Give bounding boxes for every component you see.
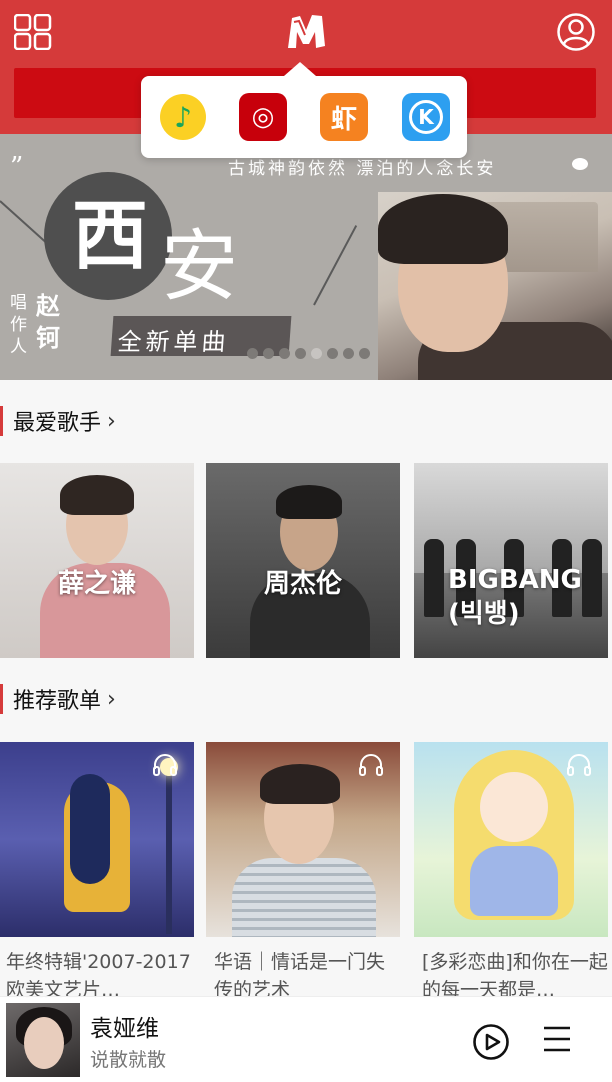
carousel-dots <box>247 348 370 359</box>
carousel-dot[interactable] <box>295 348 306 359</box>
playlist-card[interactable] <box>414 742 608 937</box>
singer-photo-hair <box>60 475 134 515</box>
carousel-dot[interactable] <box>359 348 370 359</box>
xiami-music-glyph: 虾 <box>330 104 357 135</box>
now-playing-artist: 袁娅维 <box>90 1016 159 1042</box>
qq-music-glyph: ♪ <box>160 94 206 140</box>
carousel-dot[interactable] <box>247 348 258 359</box>
playlist-cover-dress <box>470 846 558 916</box>
recommended-playlists-heading[interactable]: 推荐歌单 › <box>0 684 116 714</box>
banner-title-second: 安 <box>160 222 239 312</box>
recommended-playlists-title: 推荐歌单 <box>13 689 102 714</box>
singer-card[interactable]: 薛之谦 <box>0 463 194 658</box>
playlist-cover-lamp <box>166 764 172 934</box>
playlist-cover-shirt <box>232 858 376 937</box>
carousel-dot[interactable] <box>311 348 322 359</box>
carousel-dot[interactable] <box>263 348 274 359</box>
playlist-cover-hair <box>260 764 340 804</box>
carousel-dot[interactable] <box>327 348 338 359</box>
qq-music-icon[interactable]: ♪ <box>159 93 207 141</box>
quote-mark: ” <box>10 152 24 182</box>
favorite-singers-title: 最爱歌手 <box>13 411 102 436</box>
singer-card[interactable]: BIGBANG (빅뱅) <box>414 463 608 658</box>
banner-artist-photo <box>378 192 612 380</box>
kugou-music-glyph: K <box>409 100 443 134</box>
netease-music-icon[interactable]: ◎ <box>239 93 287 141</box>
headphone-icon <box>359 754 383 776</box>
now-playing-bar[interactable]: 袁娅维 说散就散 <box>0 996 612 1082</box>
favorite-singers-heading[interactable]: 最爱歌手 › <box>0 406 116 436</box>
popup-arrow <box>284 62 316 76</box>
now-playing-song: 说散就散 <box>90 1049 167 1071</box>
app-switcher-popup: ♪ ◎ 虾 K <box>141 62 467 158</box>
menu-icon[interactable] <box>542 1025 572 1053</box>
singer-name: 薛之谦 <box>57 569 136 599</box>
banner-title-first: 西 <box>72 191 148 280</box>
banner-credit-name: 赵钶 <box>36 291 60 352</box>
headphone-icon <box>567 754 591 776</box>
play-circle-icon[interactable] <box>472 1023 510 1061</box>
photo-hair <box>378 194 508 264</box>
banner-dot-decoration <box>572 158 588 170</box>
kugou-music-icon[interactable]: K <box>402 93 450 141</box>
carousel-dot[interactable] <box>279 348 290 359</box>
xiami-music-icon[interactable]: 虾 <box>320 93 368 141</box>
playlist-card[interactable] <box>0 742 194 937</box>
singer-card[interactable]: 周杰伦 <box>206 463 400 658</box>
user-icon[interactable] <box>556 12 596 52</box>
playlist-cover-figure <box>70 774 110 884</box>
playlist-card[interactable] <box>206 742 400 937</box>
grid-icon[interactable] <box>14 14 52 50</box>
singer-name: BIGBANG (빅뱅) <box>448 565 582 629</box>
promo-banner[interactable]: ” 古城神韵依然 漂泊的人念长安 西 安 唱作人 赵钶 全新单曲 <box>0 134 612 380</box>
m-logo-icon[interactable] <box>284 12 328 52</box>
netease-music-glyph: ◎ <box>251 102 275 132</box>
cover-face <box>24 1017 64 1069</box>
headphone-icon <box>153 754 177 776</box>
banner-credit-label: 唱作人 <box>10 293 27 357</box>
playlist-cover-face <box>480 772 548 842</box>
singer-photo-hair <box>276 485 342 519</box>
carousel-dot[interactable] <box>343 348 354 359</box>
chevron-right-icon: › <box>107 686 116 712</box>
singer-name: 周杰伦 <box>263 569 342 599</box>
banner-line-decoration <box>313 225 358 306</box>
chevron-right-icon: › <box>107 408 116 434</box>
album-cover[interactable] <box>6 1003 80 1077</box>
